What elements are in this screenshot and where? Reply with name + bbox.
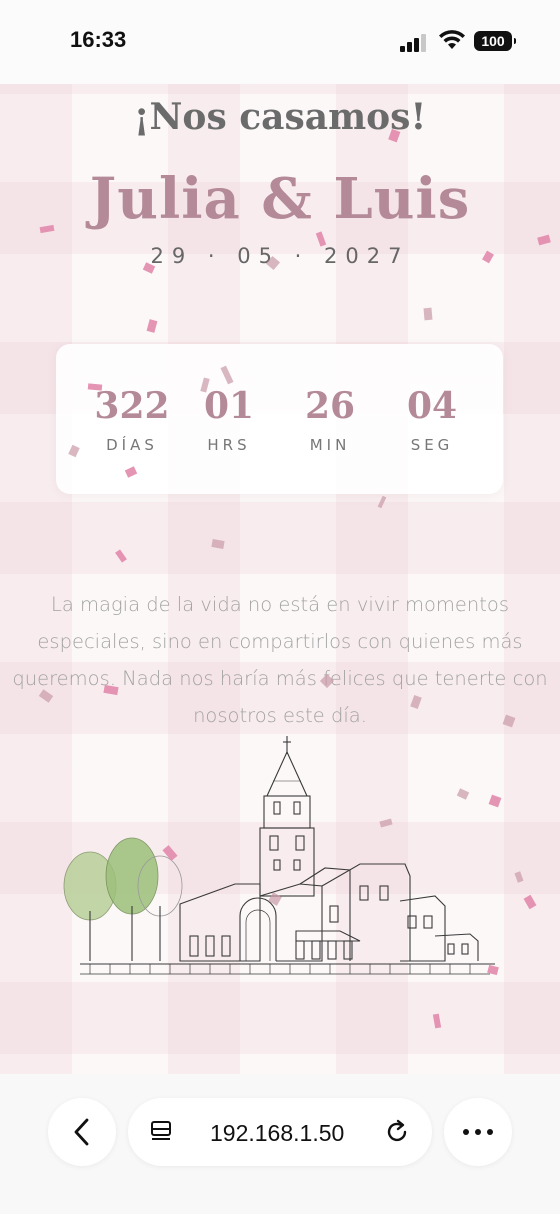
page-tabs-icon[interactable] (148, 1118, 176, 1146)
trees-illustration (63, 837, 183, 961)
countdown-days: 322 DÍAS (82, 386, 182, 454)
countdown-days-label: DÍAS (106, 436, 158, 454)
wifi-icon (439, 30, 465, 49)
status-bar: 16:33 100 (0, 0, 560, 84)
more-dots-icon (463, 1129, 493, 1135)
couple-names: Julia & Luis (89, 166, 471, 232)
status-time: 16:33 (70, 27, 127, 52)
countdown-seconds-label: SEG (410, 436, 454, 454)
invitation-message: La magia de la vida no está en vivir mom… (12, 593, 548, 727)
countdown-seconds-value: 04 (406, 385, 458, 427)
back-button[interactable] (48, 1098, 116, 1166)
countdown-hours: 01 HRS (179, 386, 279, 454)
browser-toolbar: 192.168.1.50 (0, 1074, 560, 1214)
more-button[interactable] (444, 1098, 512, 1166)
chevron-left-icon (74, 1118, 89, 1146)
church-building (179, 863, 479, 962)
countdown-hours-value: 01 (203, 385, 255, 427)
invitation-content: ¡Nos casamos! Julia & Luis 29 · 05 · 202… (0, 84, 560, 1074)
countdown-seconds: 04 SEG (382, 386, 482, 454)
battery-icon: 100 (474, 31, 516, 51)
address-bar[interactable]: 192.168.1.50 (128, 1098, 432, 1166)
url-text: 192.168.1.50 (210, 1120, 345, 1146)
cellular-signal-icon (400, 32, 432, 52)
countdown-card: 322 DÍAS 01 HRS 26 MIN 04 SEG (56, 344, 503, 494)
reload-icon[interactable] (384, 1118, 412, 1146)
countdown-hours-label: HRS (207, 436, 251, 454)
kicker-heading: ¡Nos casamos! (133, 96, 427, 138)
countdown-days-value: 322 (94, 385, 170, 427)
countdown-minutes-value: 26 (304, 385, 356, 427)
countdown-minutes-label: MIN (309, 436, 351, 454)
church-illustration (63, 736, 495, 975)
countdown-minutes: 26 MIN (280, 386, 380, 454)
bell-tower (259, 736, 315, 897)
wedding-date: 29 · 05 · 2027 (150, 244, 410, 268)
